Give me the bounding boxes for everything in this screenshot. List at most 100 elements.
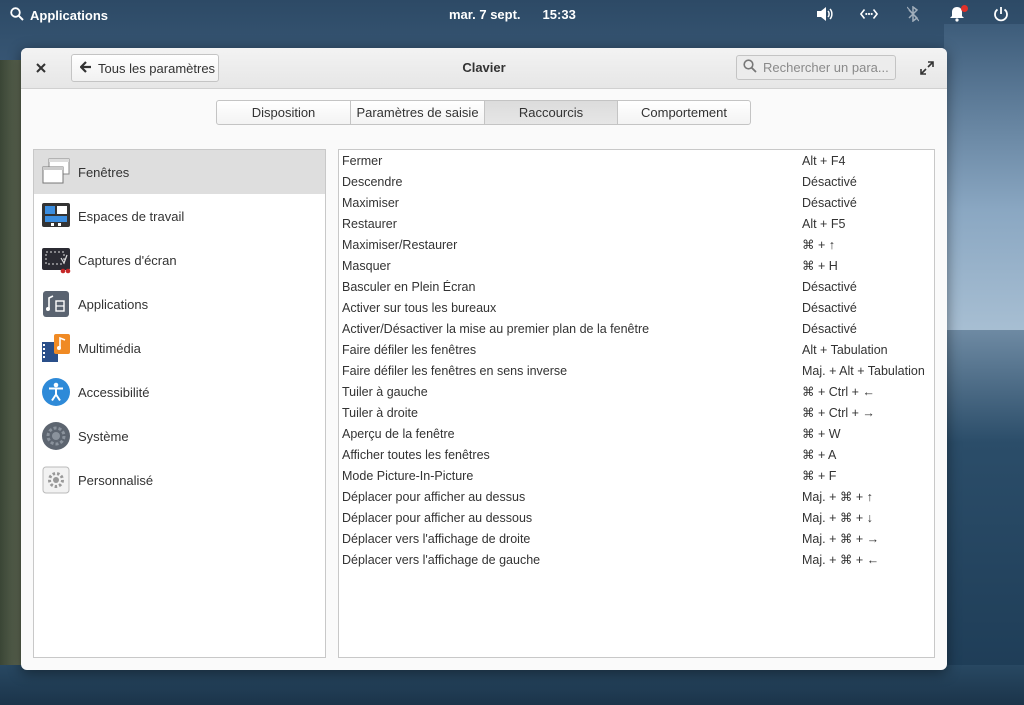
sidebar-item-system[interactable]: Système [34,414,325,458]
sidebar-item-applications[interactable]: Applications [34,282,325,326]
search-input[interactable] [763,60,889,75]
accessibility-icon [41,377,71,407]
wallpaper-sky [944,24,1024,334]
shortcut-row-tile-left[interactable]: Tuiler à gauche ⌘ + Ctrl + ← [339,381,934,402]
shortcut-name: Mode Picture-In-Picture [342,468,474,483]
shortcut-name: Restaurer [342,216,397,231]
shortcut-accel[interactable]: ⌘ + H [802,258,838,273]
notifications-icon[interactable] [948,5,968,23]
shortcut-accel[interactable]: Alt + F5 [802,217,845,231]
titlebar: Tous les paramètres Clavier [21,48,947,89]
shortcut-row-move-monitor-down[interactable]: Déplacer pour afficher au dessous Maj. + … [339,507,934,528]
shortcut-accel[interactable]: Maj. + ⌘ + ↑ [802,489,873,504]
windows-icon [41,157,71,187]
applications-icon [41,289,71,319]
datetime-indicator[interactable]: mar. 7 sept. 15:33 [449,7,576,22]
shortcut-name: Faire défiler les fenêtres [342,342,477,357]
tab-bar: Disposition Paramètres de saisie Raccour… [216,100,751,125]
shortcut-row-fullscreen[interactable]: Basculer en Plein Écran Désactivé [339,276,934,297]
sidebar-item-accessibility[interactable]: Accessibilité [34,370,325,414]
shortcut-name: Activer sur tous les bureaux [342,300,497,315]
tab-behavior[interactable]: Comportement [617,100,751,125]
tab-input-settings[interactable]: Paramètres de saisie [350,100,485,125]
shortcut-name: Faire défiler les fenêtres en sens inver… [342,363,568,378]
custom-gear-icon [41,465,71,495]
shortcut-accel[interactable]: Maj. + ⌘ + ← [802,552,879,567]
shortcut-row-show-all-windows[interactable]: Afficher toutes les fenêtres ⌘ + A [339,444,934,465]
shortcut-accel[interactable]: ⌘ + W [802,426,841,441]
wallpaper-sea [944,330,1024,705]
shortcut-row-cycle-windows-backward[interactable]: Faire défiler les fenêtres en sens inver… [339,360,934,381]
applications-label: Applications [30,8,109,23]
shortcut-accel[interactable]: Alt + Tabulation [802,343,888,357]
shortcut-accel[interactable]: Maj. + Alt + Tabulation [802,364,925,378]
applications-menu[interactable]: Applications [10,7,108,24]
search-icon [743,59,757,76]
sidebar-item-workspaces[interactable]: Espaces de travail [34,194,325,238]
keyboard-settings-window: Tous les paramètres Clavier Disposition … [21,48,947,670]
shortcut-name: Activer/Désactiver la mise au premier pl… [342,321,650,336]
shortcut-accel[interactable]: Désactivé [802,322,857,336]
sidebar-item-windows[interactable]: Fenêtres [34,150,325,194]
shortcut-accel[interactable]: Alt + F4 [802,154,845,168]
shortcut-accel[interactable]: Désactivé [802,175,857,189]
shortcut-accel[interactable]: ⌘ + Ctrl + → [802,405,875,420]
shortcut-accel[interactable]: ⌘ + A [802,447,836,462]
tab-shortcuts[interactable]: Raccourcis [484,100,618,125]
shortcuts-list: Fermer Alt + F4 Descendre Désactivé Maximi… [338,149,935,658]
shortcut-row-move-monitor-up[interactable]: Déplacer pour afficher au dessus Maj. + ⌘… [339,486,934,507]
tab-disposition[interactable]: Disposition [216,100,351,125]
shortcut-row-window-overview[interactable]: Aperçu de la fenêtre ⌘ + W [339,423,934,444]
shortcut-name: Afficher toutes les fenêtres [342,447,490,462]
shortcut-row-hide[interactable]: Masquer ⌘ + H [339,255,934,276]
screenshot-icon [41,245,71,275]
search-box[interactable] [736,55,896,80]
sidebar-item-label: Espaces de travail [78,208,185,224]
shortcut-row-always-on-top[interactable]: Activer/Désactiver la mise au premier pl… [339,318,934,339]
top-panel: Applications mar. 7 sept. 15:33 [0,0,1024,30]
sidebar-item-multimedia[interactable]: Multimédia [34,326,325,370]
shortcut-accel[interactable]: ⌘ + Ctrl + ← [802,384,875,399]
shortcut-name: Fermer [342,153,383,168]
shortcut-row-restore[interactable]: Restaurer Alt + F5 [339,213,934,234]
shortcut-name: Descendre [342,174,403,189]
shortcut-row-lower[interactable]: Descendre Désactivé [339,171,934,192]
shortcut-row-cycle-windows[interactable]: Faire défiler les fenêtres Alt + Tabulati… [339,339,934,360]
shortcut-accel[interactable]: Désactivé [802,196,857,210]
sidebar-item-label: Système [78,428,129,444]
maximize-button[interactable] [918,59,936,77]
shortcut-accel[interactable]: Maj. + ⌘ + ↓ [802,510,873,525]
volume-icon[interactable] [816,5,834,23]
shortcut-row-toggle-maximize[interactable]: Maximiser/Restaurer ⌘ + ↑ [339,234,934,255]
sidebar-item-label: Multimédia [78,340,141,356]
shortcut-accel[interactable]: Désactivé [802,301,857,315]
sidebar-item-label: Personnalisé [78,472,154,488]
sidebar-item-label: Fenêtres [78,164,130,180]
shortcut-accel[interactable]: ⌘ + ↑ [802,237,835,252]
shortcut-name: Maximiser [342,195,399,210]
shortcut-name: Déplacer pour afficher au dessous [342,510,533,525]
network-icon[interactable] [860,5,878,23]
shortcut-row-move-monitor-left[interactable]: Déplacer vers l'affichage de gauche Maj. … [339,549,934,570]
shortcut-row-move-monitor-right[interactable]: Déplacer vers l'affichage de droite Maj. … [339,528,934,549]
shortcut-accel[interactable]: ⌘ + F [802,468,836,483]
shortcut-row-tile-right[interactable]: Tuiler à droite ⌘ + Ctrl + → [339,402,934,423]
shortcut-accel[interactable]: Désactivé [802,280,857,294]
wallpaper-sea-bottom [0,665,1024,705]
power-icon[interactable] [992,5,1010,23]
notification-badge [961,5,968,12]
shortcut-row-close[interactable]: Fermer Alt + F4 [339,150,934,171]
shortcut-name: Basculer en Plein Écran [342,279,476,294]
shortcut-row-maximize[interactable]: Maximiser Désactivé [339,192,934,213]
sidebar-item-label: Applications [78,296,149,312]
shortcut-name: Déplacer vers l'affichage de gauche [342,552,541,567]
shortcut-name: Masquer [342,258,391,273]
shortcut-accel[interactable]: Maj. + ⌘ + → [802,531,879,546]
sidebar-item-label: Accessibilité [78,384,150,400]
sidebar-item-custom[interactable]: Personnalisé [34,458,325,502]
shortcut-row-picture-in-picture[interactable]: Mode Picture-In-Picture ⌘ + F [339,465,934,486]
time-label: 15:33 [542,7,576,22]
sidebar-item-screenshots[interactable]: Captures d'écran [34,238,325,282]
shortcut-row-all-workspaces[interactable]: Activer sur tous les bureaux Désactivé [339,297,934,318]
bluetooth-icon[interactable] [904,5,922,23]
